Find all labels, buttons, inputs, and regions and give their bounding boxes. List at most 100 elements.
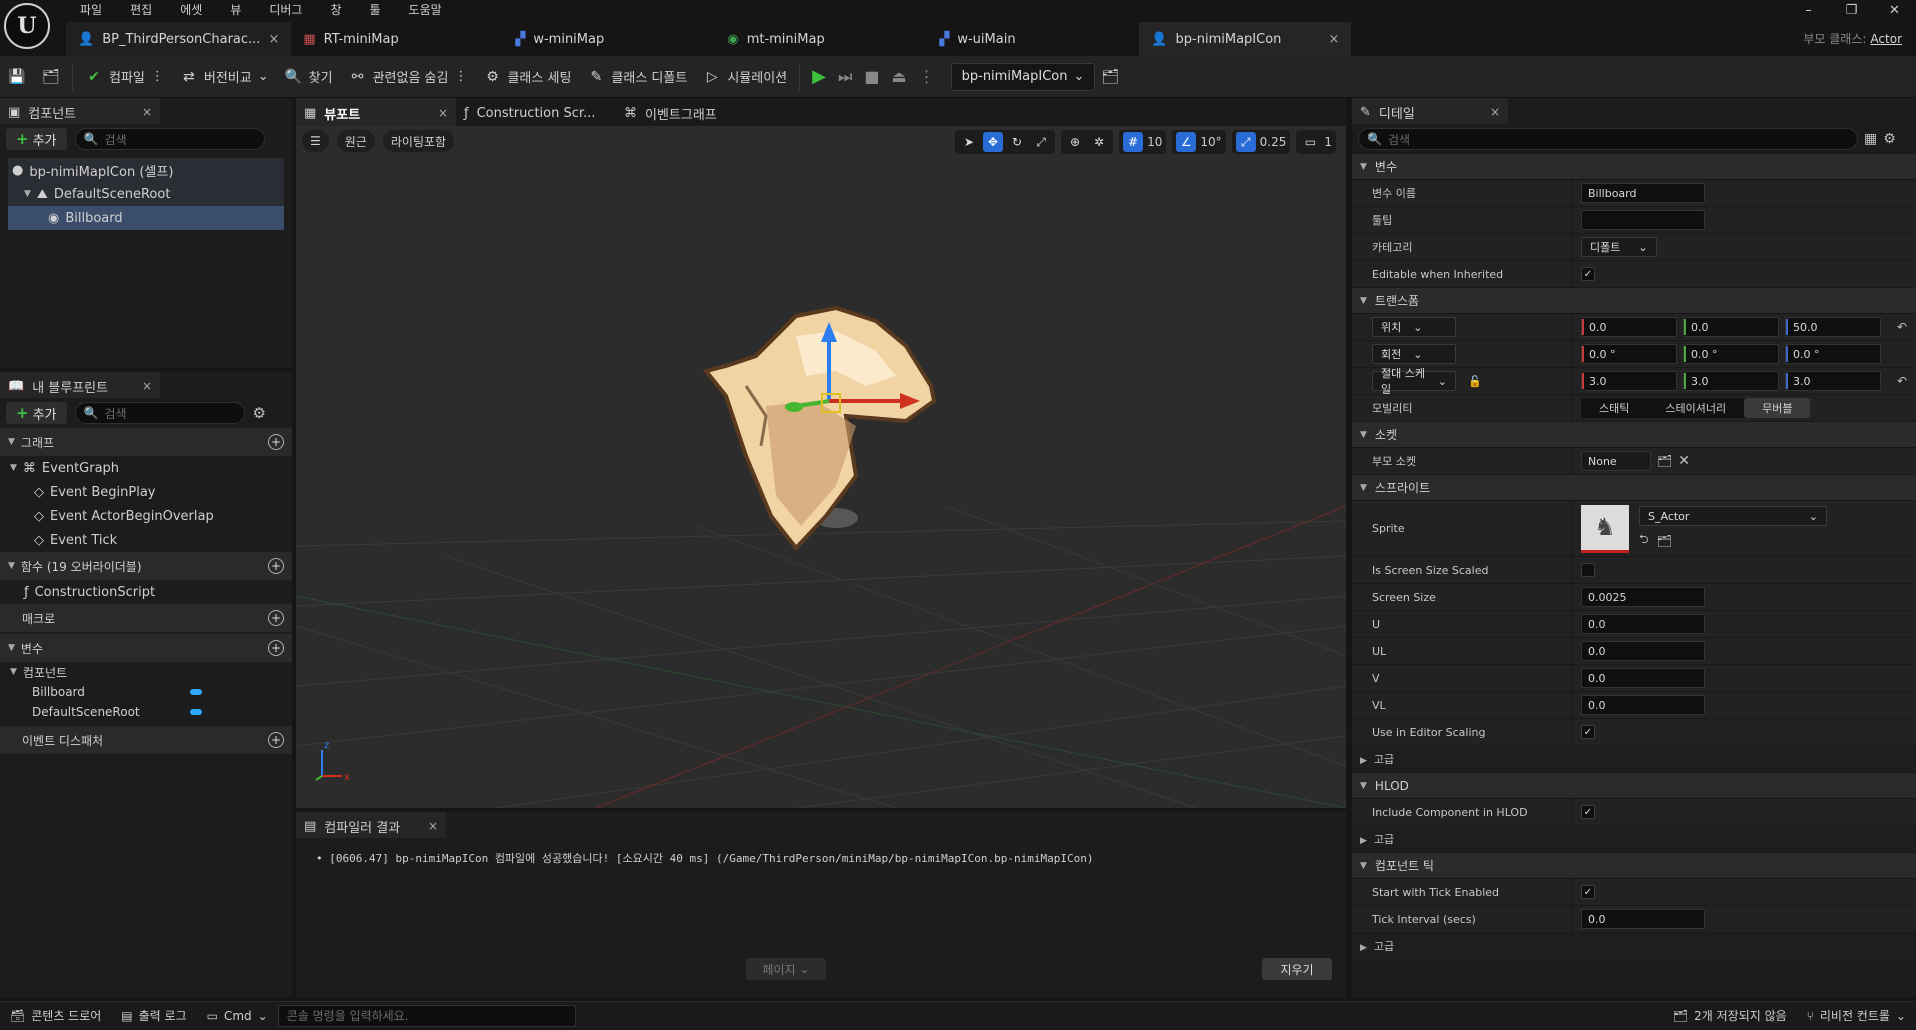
tree-item-constructionscript[interactable]: ƒ ConstructionScript xyxy=(0,580,292,604)
restore-button[interactable]: ❐ xyxy=(1830,0,1873,22)
close-icon[interactable]: × xyxy=(428,819,438,833)
class-defaults-button[interactable]: ✎ 클래스 디폴트 xyxy=(579,56,695,98)
scale-icon[interactable]: ⤢ xyxy=(1031,132,1051,152)
lock-icon[interactable]: 🔓 xyxy=(1468,375,1482,388)
location-y[interactable]: 0.0 xyxy=(1683,317,1779,337)
tree-item-defaultsceneroot[interactable]: ▼ ⛰ DefaultSceneRoot xyxy=(8,182,284,206)
tab-viewport[interactable]: ▦ 뷰포트 × xyxy=(296,98,456,126)
hide-unrelated-button[interactable]: ⚯ 관련없음 숨김 ⋮ xyxy=(341,56,476,98)
reset-icon[interactable]: ↶ xyxy=(1897,374,1907,388)
more-icon[interactable]: ⋮ xyxy=(151,69,164,84)
reset-icon[interactable]: ↶ xyxy=(1897,320,1907,334)
tick-interval-input[interactable]: 0.0 xyxy=(1581,909,1705,929)
menu-help[interactable]: 도움말 xyxy=(395,0,456,20)
tree-item-self[interactable]: ● bp-nimiMapICon (셀프) xyxy=(8,158,284,182)
scale-z[interactable]: 3.0 xyxy=(1785,371,1881,391)
unreal-logo-icon[interactable]: U xyxy=(4,3,50,49)
console-command-input[interactable]: 콘솔 명령을 입력하세요. xyxy=(277,1004,576,1027)
gear-icon[interactable]: ⚙ xyxy=(1883,131,1896,147)
close-icon[interactable]: × xyxy=(438,106,448,120)
viewport-menu-button[interactable]: ☰ xyxy=(302,130,329,152)
rotation-z[interactable]: 0.0 ° xyxy=(1785,344,1881,364)
save-button[interactable]: 💾 xyxy=(0,56,34,98)
browse-icon[interactable]: 🗂 xyxy=(1657,454,1672,468)
scale-dropdown[interactable]: 절대 스케일 ⌄ xyxy=(1372,367,1456,396)
location-dropdown[interactable]: 위치 ⌄ xyxy=(1372,317,1456,337)
grid-snap-toggle[interactable]: #10 xyxy=(1119,130,1167,154)
menu-asset[interactable]: 에셋 xyxy=(166,0,216,20)
section-functions[interactable]: ▼ 함수 (19 오버라이더블) + xyxy=(0,552,292,580)
tooltip-input[interactable] xyxy=(1581,210,1705,230)
parent-class-link[interactable]: Actor xyxy=(1870,32,1902,46)
tab-details[interactable]: ✎ 디테일 × xyxy=(1352,98,1508,124)
menu-view[interactable]: 뷰 xyxy=(216,0,255,20)
row-advanced-sprite[interactable]: ▶ 고급 xyxy=(1352,746,1916,773)
include-hlod-checkbox[interactable]: ✓ xyxy=(1581,805,1595,819)
close-icon[interactable]: × xyxy=(1490,105,1500,119)
collapse-arrow-icon[interactable]: ▼ xyxy=(24,189,31,199)
menu-tools[interactable]: 툴 xyxy=(356,0,395,20)
add-dispatcher-icon[interactable]: + xyxy=(268,732,284,748)
camera-speed-button[interactable]: ▭ 1 xyxy=(1296,130,1336,154)
close-icon[interactable]: × xyxy=(1328,32,1339,47)
gear-icon[interactable]: ⚙ xyxy=(253,404,266,422)
tab-w-uimain[interactable]: ▞ w-uiMain xyxy=(927,22,1139,56)
browse-icon[interactable]: 🗂 xyxy=(1101,68,1120,86)
sprite-dropdown[interactable]: S_Actor ⌄ xyxy=(1639,506,1827,526)
section-graphs[interactable]: ▼ 그래프 + xyxy=(0,428,292,456)
mobility-movable[interactable]: 무버블 xyxy=(1744,398,1811,418)
output-log-button[interactable]: ▤ 출력 로그 xyxy=(111,1002,196,1030)
clear-button[interactable]: 지우기 xyxy=(1262,958,1332,980)
tab-components[interactable]: ▣ 컴포넌트 × xyxy=(0,98,160,124)
cmd-dropdown[interactable]: ▭ Cmd ⌄ xyxy=(197,1002,278,1030)
tab-bp-thirdperson[interactable]: 👤 BP_ThirdPersonCharac... × xyxy=(66,22,292,56)
table-view-icon[interactable]: ▦ xyxy=(1864,131,1877,147)
compile-button[interactable]: ✔ 컴파일 ⋮ xyxy=(77,56,172,98)
add-graph-icon[interactable]: + xyxy=(268,434,284,450)
tab-w-minimap[interactable]: ▞ w-miniMap xyxy=(503,22,715,56)
ul-input[interactable]: 0.0 xyxy=(1581,641,1705,661)
diff-button[interactable]: ⇄ 버전비교 ⌄ xyxy=(172,56,277,98)
eject-icon[interactable]: ⏏ xyxy=(892,67,907,86)
content-drawer-button[interactable]: 🗃 콘텐츠 드로어 xyxy=(0,1002,111,1030)
play-icon[interactable]: ▶ xyxy=(812,66,826,87)
perspective-button[interactable]: 원근 xyxy=(336,130,375,152)
browse-button[interactable]: 🗂 xyxy=(34,56,68,98)
close-button[interactable]: ✕ xyxy=(1873,0,1916,22)
section-transform[interactable]: ▼ 트랜스폼 xyxy=(1352,288,1916,314)
location-x[interactable]: 0.0 xyxy=(1581,317,1677,337)
add-macro-icon[interactable]: + xyxy=(268,610,284,626)
section-variables[interactable]: ▼ 변수 + xyxy=(0,634,292,662)
section-sprite[interactable]: ▼ 스프라이트 xyxy=(1352,475,1916,501)
tab-mt-minimap[interactable]: ◉ mt-miniMap xyxy=(715,22,927,56)
tab-event-graph[interactable]: ⌘ 이벤트그래프 xyxy=(616,98,776,126)
viewport[interactable]: ☰ 원근 라이팅포함 ➤ ✥ ↻ ⤢ ⊕ ✲ #10 ∠ 10° ⤢ 0.25 ▭ 1 xyxy=(296,126,1346,808)
minimize-button[interactable]: – xyxy=(1787,0,1830,22)
clear-icon[interactable]: ✕ xyxy=(1678,453,1690,469)
editor-scaling-checkbox[interactable]: ✓ xyxy=(1581,725,1595,739)
tab-rt-minimap[interactable]: ▦ RT-miniMap xyxy=(291,22,503,56)
tree-item-event[interactable]: ◇ Event Tick xyxy=(0,528,292,552)
menu-window[interactable]: 창 xyxy=(316,0,355,20)
add-variable-icon[interactable]: + xyxy=(268,640,284,656)
billboard-sprite[interactable] xyxy=(686,276,1006,576)
screen-size-scaled-checkbox[interactable] xyxy=(1581,563,1595,577)
u-input[interactable]: 0.0 xyxy=(1581,614,1705,634)
rotation-snap-toggle[interactable]: ∠ 10° xyxy=(1172,130,1226,154)
more-icon[interactable]: ⋮ xyxy=(919,67,935,86)
mobility-static[interactable]: 스태틱 xyxy=(1581,398,1647,418)
tab-bp-nimimapicon[interactable]: 👤 bp-nimiMapICon × xyxy=(1139,22,1352,56)
add-member-button[interactable]: + 추가 xyxy=(6,402,67,424)
find-button[interactable]: 🔍 찾기 xyxy=(277,56,341,98)
add-component-button[interactable]: + 추가 xyxy=(6,128,67,150)
tree-item-event[interactable]: ◇ Event ActorBeginOverlap xyxy=(0,504,292,528)
section-hlod[interactable]: ▼ HLOD xyxy=(1352,773,1916,799)
tree-item-variable[interactable]: DefaultSceneRoot xyxy=(0,702,292,722)
use-selected-icon[interactable]: ⮌ xyxy=(1639,530,1649,551)
stop-icon[interactable]: ■ xyxy=(864,67,879,86)
page-dropdown[interactable]: 페이지 ⌄ xyxy=(746,958,826,980)
components-search-input[interactable]: 🔍 검색 xyxy=(74,128,265,150)
screen-size-input[interactable]: 0.0025 xyxy=(1581,587,1705,607)
section-socket[interactable]: ▼ 소켓 xyxy=(1352,422,1916,448)
revision-control-button[interactable]: ⑂ 리비전 컨트롤 ⌄ xyxy=(1797,1002,1916,1030)
